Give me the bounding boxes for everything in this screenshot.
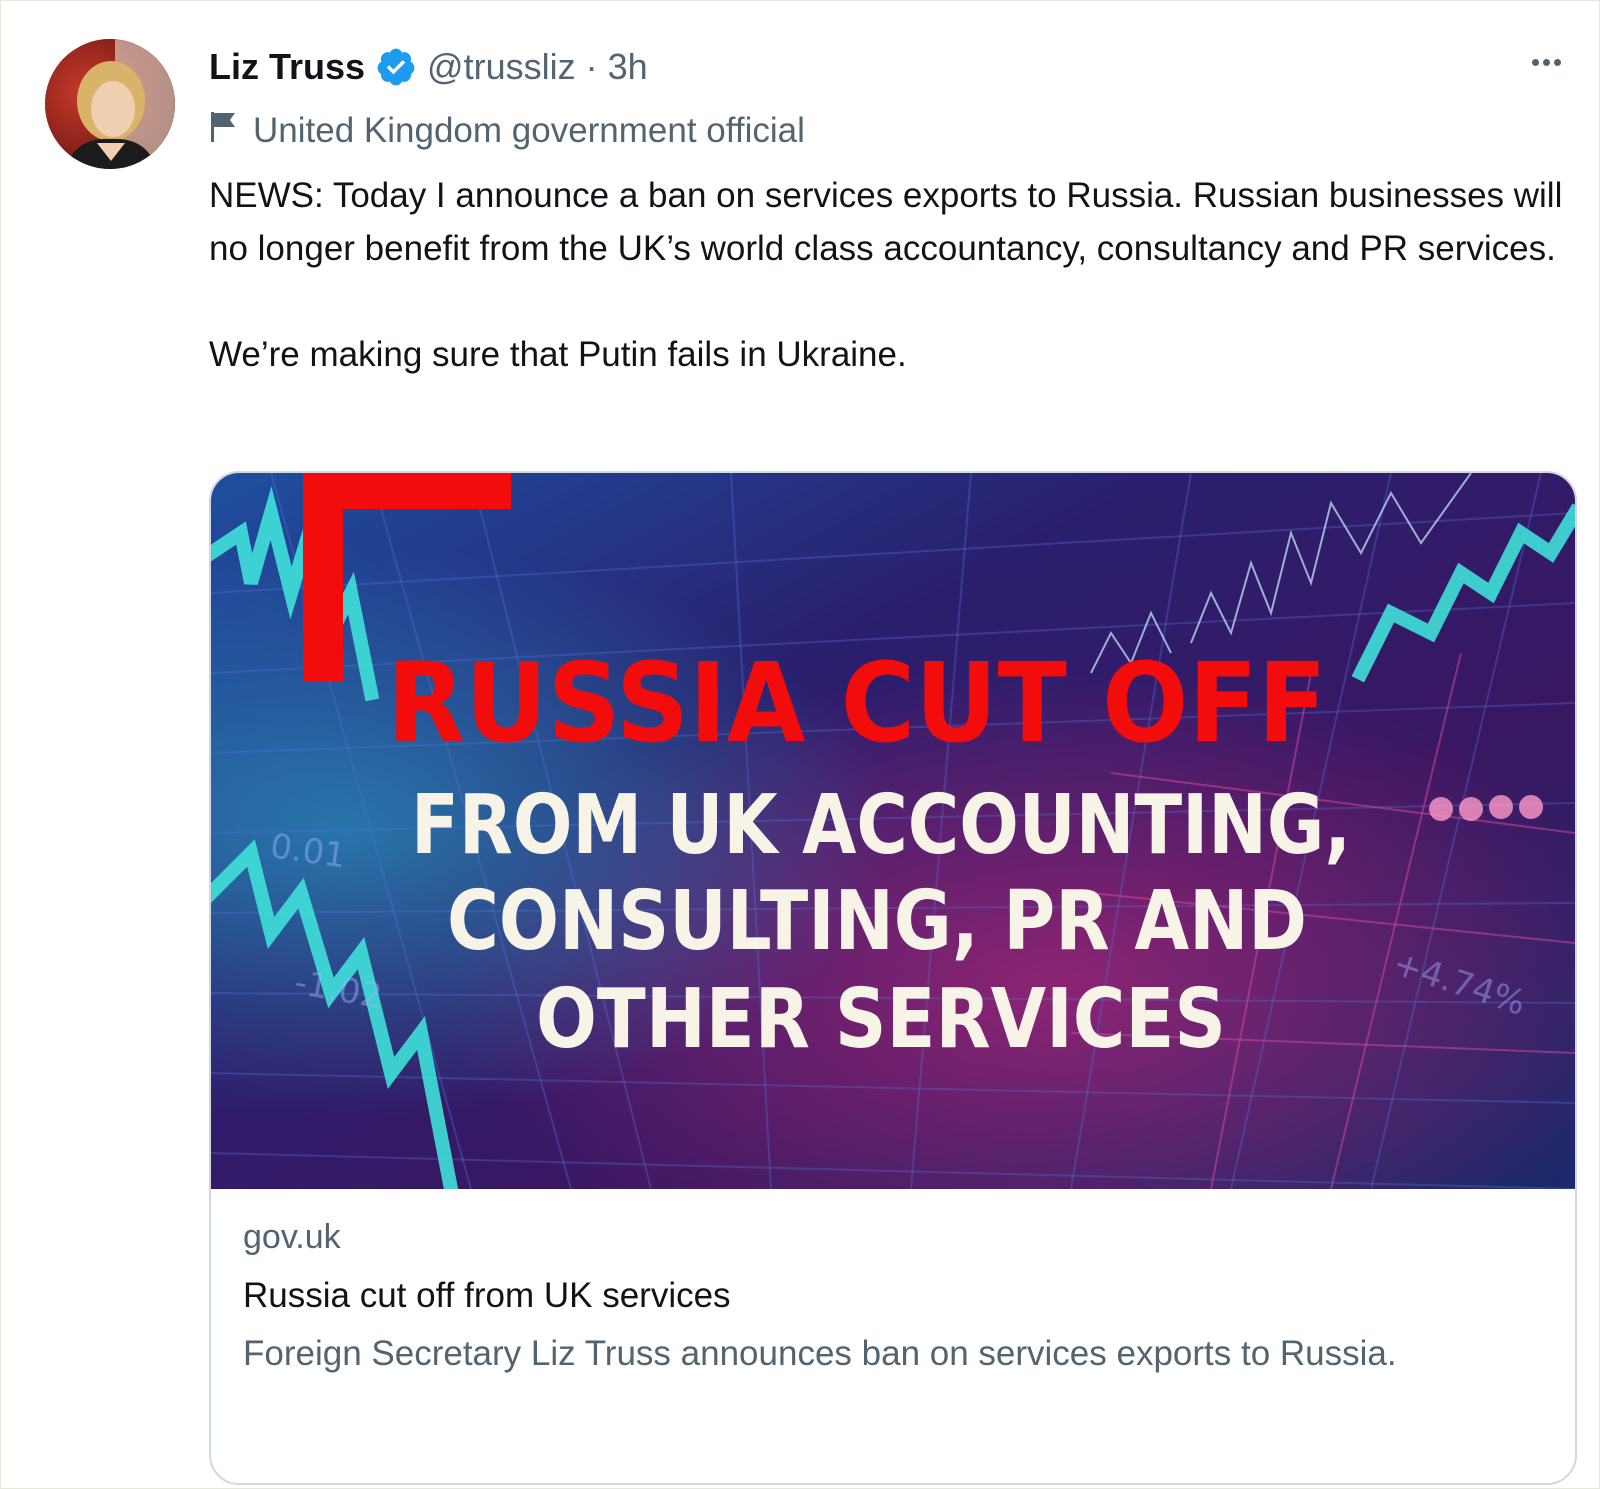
tweet-header: Liz Truss @trussliz · 3h — [209, 39, 648, 95]
more-options-button[interactable] — [1523, 39, 1569, 85]
card-title[interactable]: Russia cut off from UK services — [243, 1267, 1543, 1325]
tweet-container: Liz Truss @trussliz · 3h United Kingdom … — [0, 0, 1600, 1489]
image-headline-white: FROM UK ACCOUNTING, — [411, 778, 1351, 873]
card-meta: gov.uk Russia cut off from UK services F… — [243, 1211, 1543, 1380]
verified-badge-icon — [375, 46, 417, 88]
flag-icon — [209, 110, 239, 153]
link-card[interactable]: 0.01 -1.02 +4.74% RUSSIA CUT OFF FROM UK… — [209, 471, 1577, 1485]
more-options-dot — [1553, 58, 1561, 66]
image-headline-white: OTHER SERVICES — [536, 972, 1226, 1067]
government-label: United Kingdom government official — [209, 107, 805, 155]
card-image[interactable]: 0.01 -1.02 +4.74% RUSSIA CUT OFF FROM UK… — [211, 473, 1575, 1189]
author-handle[interactable]: @trussliz — [427, 46, 576, 88]
more-options-icon — [1531, 58, 1539, 66]
tweet-paragraph: NEWS: Today I announce a ban on services… — [209, 176, 1563, 268]
tweet-body: NEWS: Today I announce a ban on services… — [209, 169, 1569, 381]
more-options-dot — [1542, 58, 1550, 66]
tweet-time[interactable]: · 3h — [586, 46, 648, 88]
government-label-text: United Kingdom government official — [253, 111, 805, 150]
image-headline-white: CONSULTING, PR AND — [447, 874, 1307, 969]
tweet-paragraph: We’re making sure that Putin fails in Uk… — [209, 335, 907, 374]
image-headline-red: RUSSIA CUT OFF — [387, 639, 1327, 767]
card-description: Foreign Secretary Liz Truss announces ba… — [243, 1334, 1397, 1373]
author-name[interactable]: Liz Truss — [209, 46, 365, 88]
card-domain: gov.uk — [243, 1218, 341, 1256]
avatar[interactable] — [45, 39, 175, 169]
